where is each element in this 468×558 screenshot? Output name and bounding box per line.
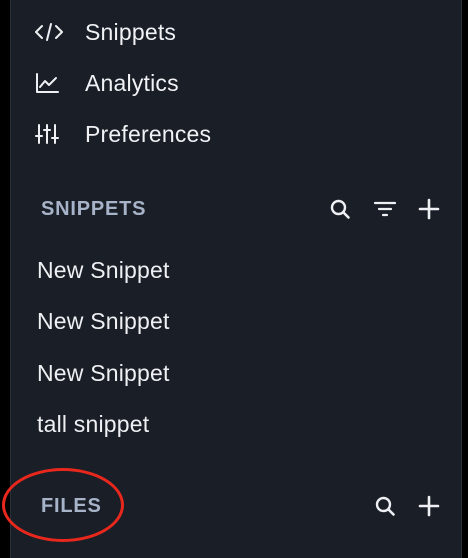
analytics-chart-icon: [35, 70, 65, 96]
nav-item-snippets[interactable]: Snippets: [35, 12, 176, 52]
sidebar: Snippets Analytics Preferences SNIPPETS: [10, 0, 462, 558]
snippet-list-item[interactable]: New Snippet: [37, 355, 170, 391]
plus-icon: [418, 198, 440, 220]
add-snippet-button[interactable]: [417, 197, 441, 221]
nav-item-label: Preferences: [85, 120, 212, 147]
section-title: SNIPPETS: [41, 198, 147, 220]
snippet-list-item[interactable]: New Snippet: [37, 303, 170, 339]
files-section-header: FILES: [11, 486, 461, 526]
section-title: FILES: [41, 495, 102, 517]
code-icon: [35, 19, 65, 45]
snippet-list-item[interactable]: New Snippet: [37, 252, 170, 288]
nav-item-label: Analytics: [85, 69, 179, 96]
add-file-button[interactable]: [417, 494, 441, 518]
filter-icon[interactable]: [373, 197, 397, 221]
snippet-list-item[interactable]: tall snippet: [37, 406, 149, 442]
search-icon[interactable]: [373, 494, 397, 518]
search-icon[interactable]: [328, 197, 352, 221]
nav-item-label: Snippets: [85, 18, 177, 45]
sliders-icon: [35, 121, 65, 147]
nav-item-analytics[interactable]: Analytics: [35, 63, 179, 103]
plus-icon: [418, 495, 440, 517]
nav-item-preferences[interactable]: Preferences: [35, 114, 211, 154]
snippets-section-header: SNIPPETS: [11, 189, 461, 229]
